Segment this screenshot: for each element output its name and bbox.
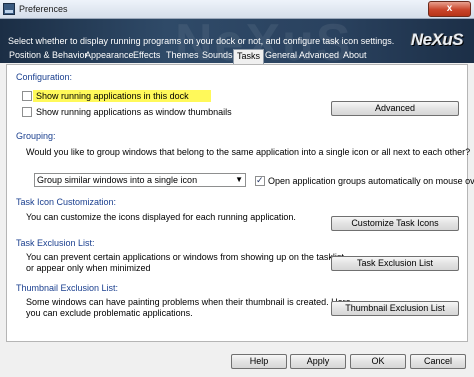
apply-button[interactable]: Apply (290, 354, 346, 369)
tab-themes[interactable]: Themes (163, 49, 202, 63)
open-groups-label: Open application groups automatically on… (268, 176, 474, 186)
ok-button[interactable]: OK (350, 354, 406, 369)
thumbnail-exclusion-list-button[interactable]: Thumbnail Exclusion List (331, 301, 459, 316)
advanced-button[interactable]: Advanced (331, 101, 459, 116)
banner-description: Select whether to display running progra… (8, 36, 395, 46)
show-thumbnails-label: Show running applications as window thum… (36, 107, 232, 117)
show-thumbnails-checkbox[interactable] (22, 107, 32, 117)
task-exclusion-heading: Task Exclusion List: (16, 238, 95, 248)
close-icon: x (446, 3, 453, 14)
logo-text: NeXuS (410, 30, 464, 49)
thumbnail-exclusion-description-1: Some windows can have painting problems … (26, 297, 351, 307)
task-icon-description: You can customize the icons displayed fo… (26, 212, 296, 222)
tab-advanced[interactable]: Advanced (296, 49, 342, 63)
task-icon-heading: Task Icon Customization: (16, 197, 117, 207)
tab-effects[interactable]: Effects (130, 49, 163, 63)
show-running-label: Show running applications in this dock (36, 91, 189, 101)
tab-tasks[interactable]: Tasks (233, 49, 265, 64)
thumbnail-exclusion-description-2: you can exclude problematic applications… (26, 308, 193, 318)
task-exclusion-description-1: You can prevent certain applications or … (26, 252, 344, 262)
grouping-select[interactable]: Group similar windows into a single icon… (34, 173, 246, 187)
grouping-heading: Grouping: (16, 131, 56, 141)
open-groups-checkbox[interactable] (255, 175, 265, 186)
task-exclusion-list-button[interactable]: Task Exclusion List (331, 256, 459, 271)
tab-about[interactable]: About (340, 49, 370, 63)
help-button[interactable]: Help (231, 354, 287, 369)
thumbnail-exclusion-heading: Thumbnail Exclusion List: (16, 283, 119, 293)
close-button[interactable]: x (428, 1, 471, 17)
grouping-description: Would you like to group windows that bel… (26, 147, 471, 157)
window-title: Preferences (19, 4, 68, 14)
customize-task-icons-button[interactable]: Customize Task Icons (331, 216, 459, 231)
task-exclusion-description-2: or appear only when minimized (26, 263, 151, 273)
show-running-checkbox[interactable] (22, 91, 32, 101)
tab-appearance[interactable]: Appearance (82, 49, 137, 63)
tab-position-behavior[interactable]: Position & Behavior (6, 49, 91, 63)
cancel-button[interactable]: Cancel (410, 354, 466, 369)
tab-general[interactable]: General (262, 49, 300, 63)
chevron-down-icon: ▼ (235, 175, 243, 184)
tab-strip: Position & Behavior Appearance Effects T… (0, 49, 474, 64)
title-bar: Preferences x (0, 0, 474, 19)
app-icon (3, 3, 15, 15)
grouping-select-value: Group similar windows into a single icon (37, 175, 198, 185)
configuration-heading: Configuration: (16, 72, 73, 82)
tab-sounds[interactable]: Sounds (199, 49, 236, 63)
